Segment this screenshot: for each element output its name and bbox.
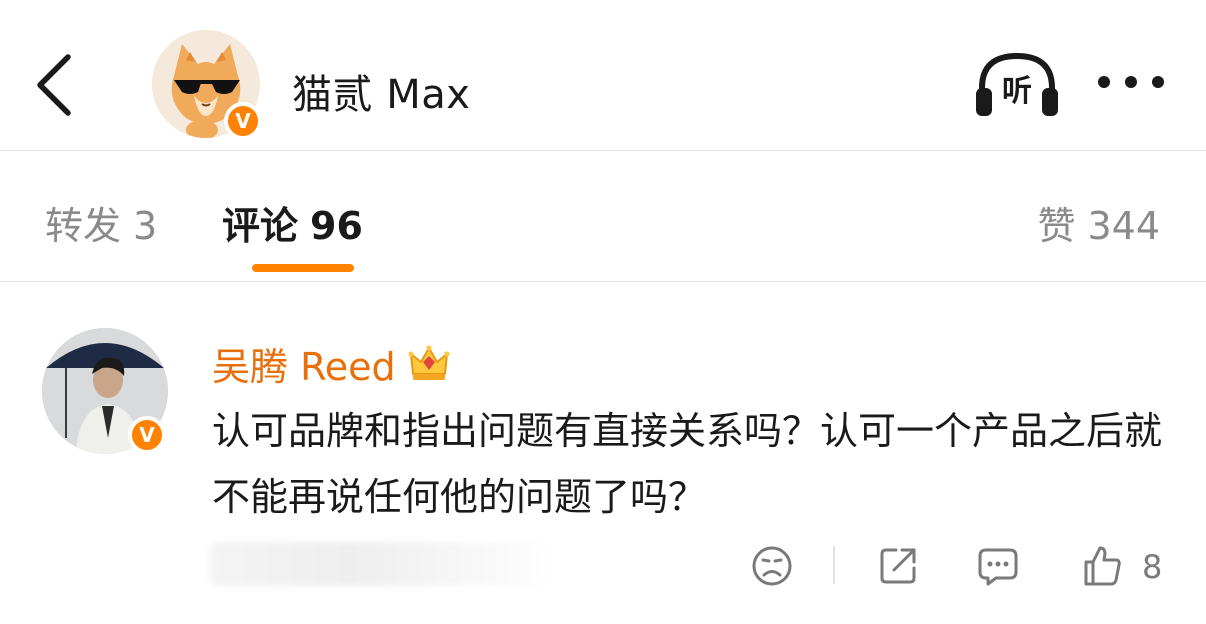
author-name[interactable]: 猫贰 Max — [292, 62, 470, 120]
verified-badge: V — [224, 102, 262, 140]
commenter-name-row: 吴腾 Reed — [212, 336, 451, 389]
comment-text: 认可品牌和指出问题有直接关系吗？认可一个产品之后就不能再说任何他的问题了吗？ — [212, 409, 1163, 519]
commenter-verified-badge: V — [128, 416, 166, 454]
commenter-name[interactable]: 吴腾 Reed — [212, 345, 396, 389]
commenter-avatar[interactable]: V — [42, 328, 168, 454]
like-count: 8 — [1142, 548, 1163, 586]
actions-separator — [833, 546, 835, 584]
comment-bubble-icon — [978, 548, 1018, 586]
author-avatar[interactable]: V — [152, 30, 262, 140]
listen-label: 听 — [1002, 74, 1032, 109]
more-dots-icon — [1098, 76, 1164, 88]
like-button[interactable] — [1080, 544, 1124, 588]
tab-like-label: 赞 — [1037, 204, 1076, 248]
crown-icon — [408, 345, 450, 380]
listen-button[interactable]: 听 — [972, 50, 1062, 122]
comment-item: V 吴腾 Reed 认可品牌和指出问题有直接关系吗？认可一个产品之后就不能再说任… — [0, 282, 1206, 624]
tab-comment-count: 96 — [310, 204, 363, 248]
react-button[interactable] — [750, 544, 794, 588]
share-button[interactable] — [876, 544, 920, 588]
tab-comment-label: 评论 — [222, 204, 299, 248]
blurred-timestamp-area — [210, 542, 560, 586]
share-icon — [880, 548, 916, 584]
chevron-left-icon — [37, 54, 71, 116]
weibo-comment-page: V 猫贰 Max 听 转发 3 评论 96 赞 344 V 吴腾 Reed 认可… — [0, 0, 1206, 624]
tab-like[interactable]: 赞 344 — [1037, 195, 1160, 250]
active-tab-indicator — [252, 264, 354, 272]
more-button[interactable] — [1094, 60, 1168, 104]
thumbs-up-icon — [1084, 546, 1121, 586]
tab-bar: 转发 3 评论 96 赞 344 — [0, 151, 1206, 281]
back-button[interactable] — [22, 45, 86, 125]
tab-repost-label: 转发 — [45, 204, 122, 248]
tab-repost[interactable]: 转发 3 — [45, 195, 157, 250]
reply-button[interactable] — [976, 544, 1020, 588]
tab-repost-count: 3 — [133, 204, 158, 248]
tab-comment[interactable]: 评论 96 — [222, 195, 363, 250]
tab-like-count: 344 — [1087, 204, 1160, 248]
sad-face-icon — [752, 546, 792, 586]
top-bar: V 猫贰 Max 听 — [0, 0, 1206, 150]
